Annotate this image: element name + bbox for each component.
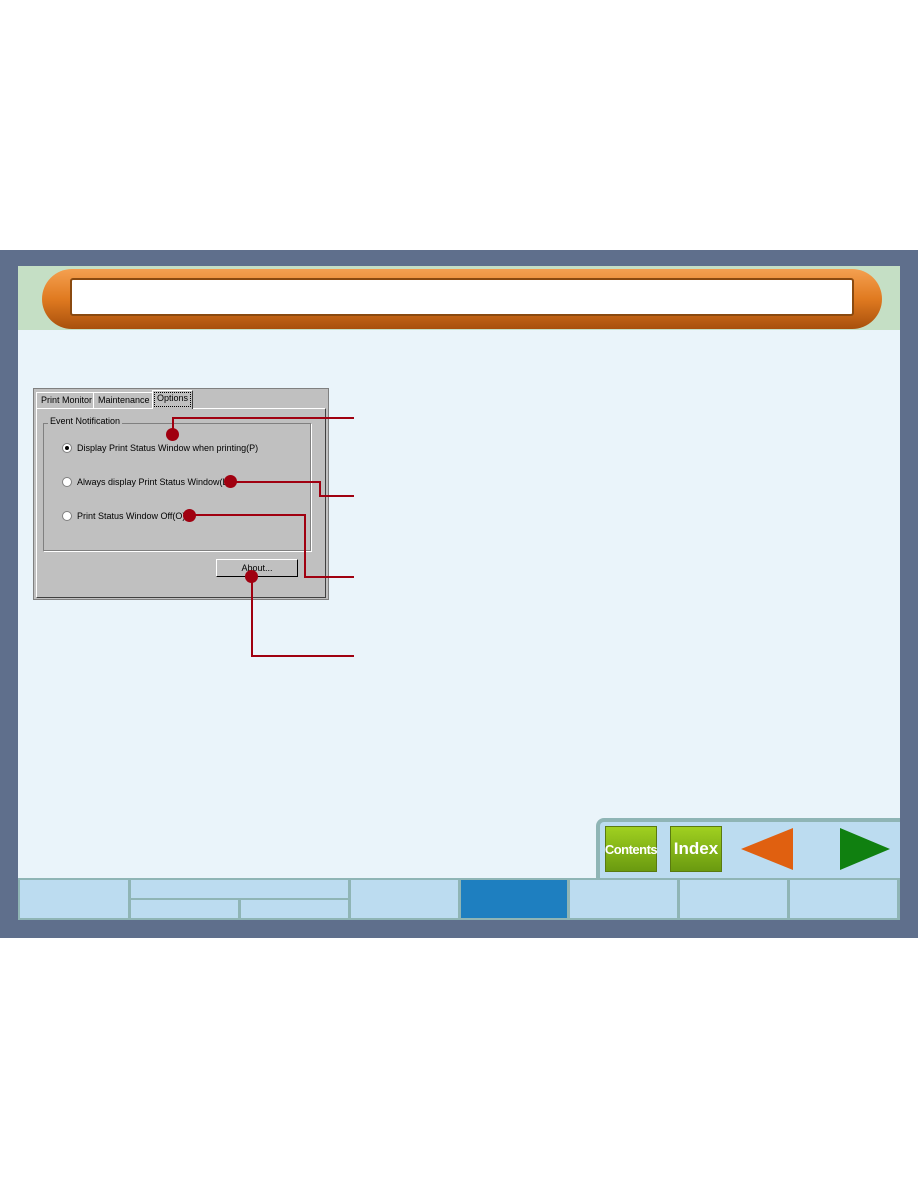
callout-line — [319, 495, 354, 497]
index-button[interactable]: Index — [670, 826, 722, 872]
radio-always-display[interactable]: Always display Print Status Window(L) — [62, 477, 231, 487]
callout-line — [192, 514, 305, 516]
nav-cell[interactable] — [131, 900, 238, 918]
nav-cell[interactable] — [241, 900, 348, 918]
nav-cell[interactable] — [20, 880, 128, 918]
callout-line — [251, 655, 354, 657]
tab-print-monitor[interactable]: Print Monitor — [36, 392, 98, 408]
callout-dot — [224, 475, 237, 488]
nav-cell[interactable] — [680, 880, 787, 918]
group-label: Event Notification — [48, 416, 123, 426]
options-dialog: Print Monitor Maintenance Options Event … — [33, 388, 329, 600]
callout-line — [172, 417, 354, 419]
nav-cell-active[interactable] — [461, 880, 567, 918]
radio-display-when-printing[interactable]: Display Print Status Window when printin… — [62, 443, 258, 453]
callout-dot — [166, 428, 179, 441]
radio-button[interactable] — [62, 443, 72, 453]
callout-line — [304, 514, 306, 577]
radio-label: Print Status Window Off(O) — [77, 511, 186, 521]
radio-label: Display Print Status Window when printin… — [77, 443, 259, 453]
callout-dot — [245, 570, 258, 583]
contents-button[interactable]: Contents — [605, 826, 658, 872]
title-box — [70, 278, 854, 316]
arrow-left-icon[interactable] — [741, 826, 795, 872]
nav-cell[interactable] — [570, 880, 677, 918]
nav-cell[interactable] — [131, 880, 348, 898]
callout-line — [304, 576, 354, 578]
callout-line — [234, 481, 320, 483]
radio-button[interactable] — [62, 511, 72, 521]
callout-line — [319, 481, 321, 496]
tab-maintenance[interactable]: Maintenance — [93, 392, 155, 408]
callout-line — [251, 576, 253, 656]
radio-button[interactable] — [62, 477, 72, 487]
nav-cell[interactable] — [351, 880, 458, 918]
radio-label: Always display Print Status Window(L) — [77, 477, 231, 487]
callout-dot — [183, 509, 196, 522]
arrow-right-icon[interactable] — [838, 826, 892, 872]
radio-window-off[interactable]: Print Status Window Off(O) — [62, 511, 185, 521]
nav-cell[interactable] — [790, 880, 897, 918]
tab-options[interactable]: Options — [152, 390, 194, 409]
